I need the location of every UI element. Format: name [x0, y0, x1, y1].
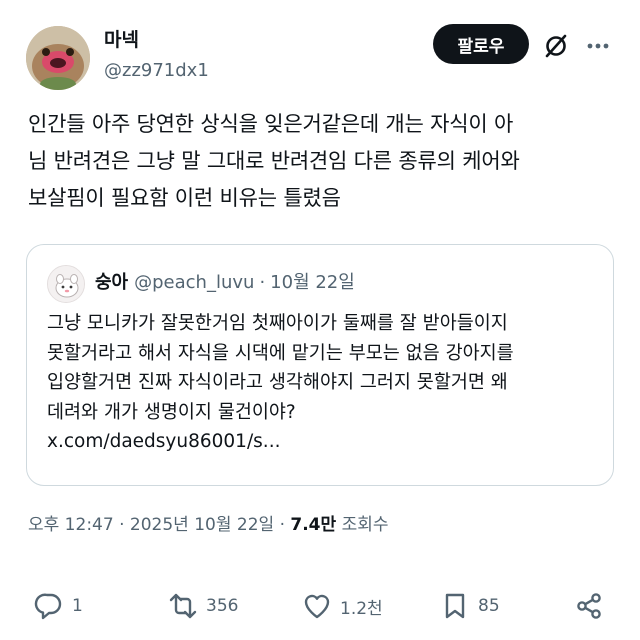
share-icon	[577, 593, 601, 619]
author-avatar[interactable]	[26, 26, 90, 90]
quote-tweet-card[interactable]: 숭아 @peach_luvu · 10월 22일 그냥 모니카가 잘못한거임 첫째아이…	[26, 244, 614, 486]
author-display-name[interactable]: 마넥	[104, 28, 139, 52]
quote-separator: ·	[259, 272, 266, 293]
meta-separator: ·	[119, 515, 125, 535]
follow-button[interactable]: 팔로우	[433, 24, 529, 64]
reply-icon	[34, 593, 62, 620]
meta-separator: ·	[279, 515, 285, 535]
tweet-meta: 오후 12:47 · 2025년 10월 22일 · 7.4만 조회수	[28, 512, 388, 538]
tweet-date[interactable]: 2025년 10월 22일	[130, 515, 274, 535]
quote-author-name[interactable]: 숭아	[95, 272, 128, 293]
share-button[interactable]	[574, 588, 604, 624]
grok-slash-icon[interactable]	[542, 32, 570, 60]
quote-date[interactable]: 10월 22일	[270, 272, 355, 293]
like-count: 1.2천	[340, 598, 383, 619]
quote-author-avatar[interactable]	[47, 265, 85, 303]
tweet-time[interactable]: 오후 12:47	[28, 515, 114, 535]
bookmark-count: 85	[478, 596, 500, 616]
retweet-count: 356	[206, 596, 239, 616]
reply-count: 1	[72, 596, 83, 616]
bookmark-button[interactable]: 85	[440, 588, 500, 624]
quote-header: 숭아 @peach_luvu · 10월 22일	[95, 269, 355, 297]
retweet-button[interactable]: 356	[168, 588, 238, 624]
more-dots-icon[interactable]	[584, 32, 612, 60]
like-button[interactable]: 1.2천	[302, 588, 383, 624]
views-count: 7.4만	[290, 515, 337, 535]
retweet-icon	[169, 593, 197, 619]
author-handle[interactable]: @zz971dx1	[104, 59, 209, 83]
bookmark-icon	[445, 593, 465, 619]
quote-text: 그냥 모니카가 잘못한거임 첫째아이가 둘째를 잘 받아들이지 못할거라고 해서…	[47, 313, 514, 452]
heart-icon	[304, 594, 330, 619]
quote-author-handle[interactable]: @peach_luvu	[134, 272, 254, 293]
tweet-page: 마넥 @zz971dx1 팔로우 인간들 아주 당연한 상식을 잊은거같은데 개…	[0, 0, 640, 640]
tweet-text: 인간들 아주 당연한 상식을 잊은거같은데 개는 자식이 아 님 반려견은 그냥…	[28, 112, 520, 210]
reply-button[interactable]: 1	[34, 588, 83, 624]
views-label: 조회수	[341, 515, 389, 535]
